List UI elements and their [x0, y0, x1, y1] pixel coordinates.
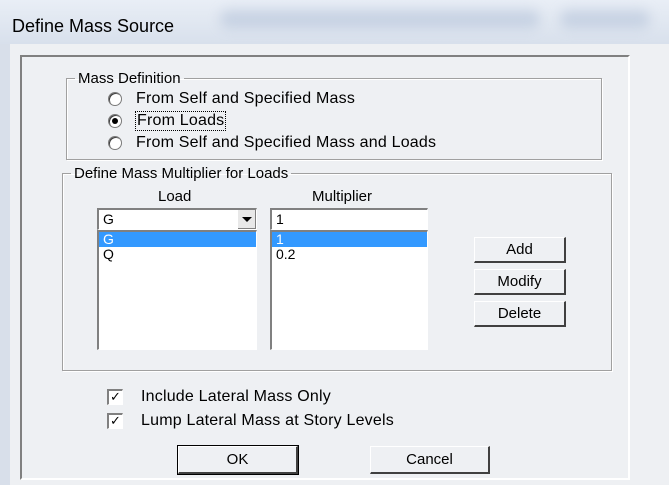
load-column-header: Load: [158, 188, 192, 205]
lump-lateral-mass-checkbox[interactable]: ✓: [107, 413, 123, 429]
window-title: Define Mass Source: [12, 16, 175, 36]
radio-button[interactable]: [108, 136, 122, 150]
chevron-down-icon[interactable]: [237, 210, 256, 229]
multiplier-column-header: Multiplier: [312, 188, 373, 205]
list-item[interactable]: Q: [99, 247, 256, 262]
multiplier-input-value: 1: [276, 211, 284, 227]
radio-label: From Loads: [134, 111, 227, 131]
radio-from-loads[interactable]: From Loads: [108, 111, 227, 131]
list-item[interactable]: G: [99, 232, 256, 247]
include-lateral-mass-checkbox[interactable]: ✓: [107, 389, 123, 405]
include-lateral-mass-label: Include Lateral Mass Only: [141, 388, 331, 405]
radio-button[interactable]: [108, 114, 122, 128]
lump-lateral-mass-option[interactable]: ✓ Lump Lateral Mass at Story Levels: [107, 412, 394, 430]
radio-button[interactable]: [108, 92, 122, 106]
include-lateral-mass-option[interactable]: ✓ Include Lateral Mass Only: [107, 388, 331, 406]
lump-lateral-mass-label: Lump Lateral Mass at Story Levels: [141, 412, 394, 429]
radio-label: From Self and Specified Mass: [136, 90, 356, 107]
cancel-button[interactable]: Cancel: [370, 446, 490, 474]
list-item[interactable]: 1: [272, 232, 427, 247]
multiplier-list[interactable]: 1 0.2: [270, 230, 428, 350]
mass-multiplier-legend: Define Mass Multiplier for Loads: [74, 165, 289, 182]
title-bar: Define Mass Source: [0, 0, 669, 44]
delete-button[interactable]: Delete: [474, 301, 566, 327]
radio-self-specified-loads[interactable]: From Self and Specified Mass and Loads: [108, 134, 436, 152]
ok-button[interactable]: OK: [177, 445, 299, 475]
list-item[interactable]: 0.2: [272, 247, 427, 262]
add-button[interactable]: Add: [474, 237, 566, 263]
load-dropdown-value: G: [103, 211, 114, 227]
load-list[interactable]: G Q: [97, 230, 257, 350]
title-bar-glow: [560, 10, 650, 28]
modify-button[interactable]: Modify: [474, 269, 566, 295]
title-bar-glow: [220, 10, 540, 28]
radio-label: From Self and Specified Mass and Loads: [136, 134, 437, 151]
mass-definition-legend: Mass Definition: [78, 70, 181, 87]
load-dropdown[interactable]: G: [97, 208, 257, 230]
radio-self-specified[interactable]: From Self and Specified Mass: [108, 90, 355, 108]
multiplier-input[interactable]: 1: [270, 208, 428, 230]
